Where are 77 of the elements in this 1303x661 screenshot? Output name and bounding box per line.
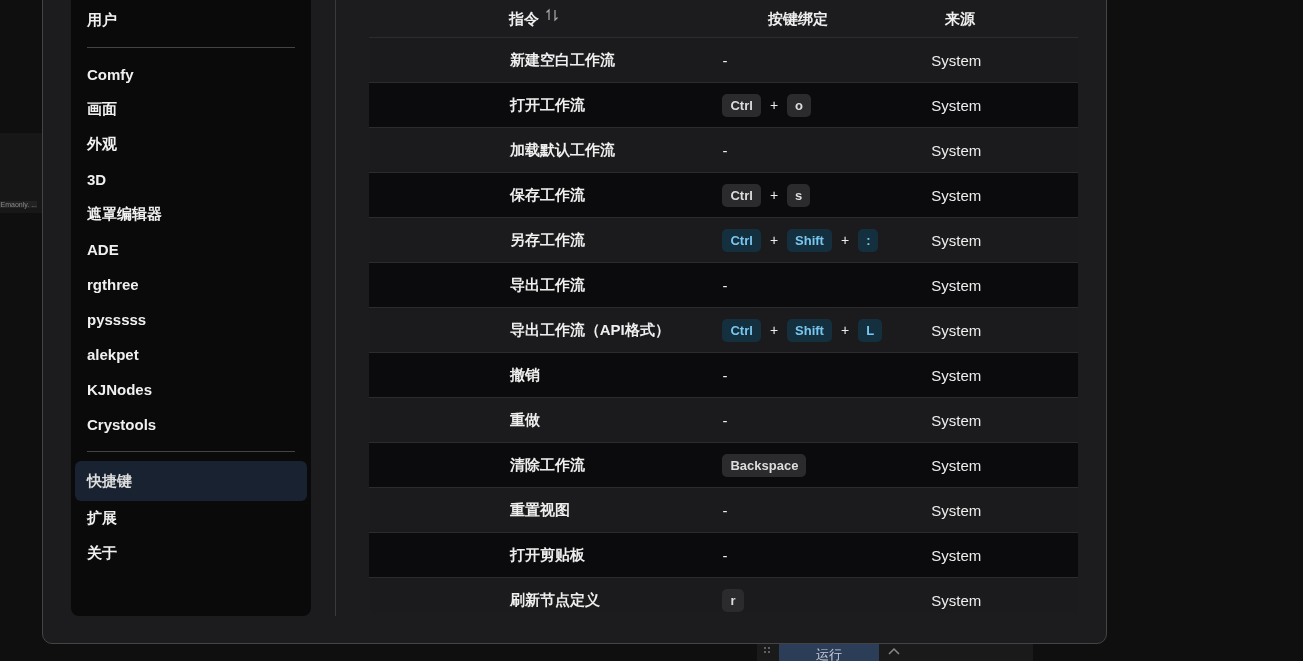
no-binding-text: - <box>722 501 728 519</box>
source-text: System <box>931 456 982 474</box>
table-row[interactable]: 打开工作流 Ctrl + o System <box>368 83 1078 128</box>
sidebar-item[interactable]: 关于 <box>75 536 307 571</box>
no-binding-text: - <box>722 51 728 69</box>
sidebar-item[interactable]: 3D <box>75 162 307 197</box>
key-badge: r <box>722 588 744 612</box>
sidebar-item[interactable]: Crystools <box>75 407 307 442</box>
key-badge: Ctrl <box>722 93 761 117</box>
command-name: 保存工作流 <box>509 185 585 205</box>
table-row[interactable]: 打开剪贴板 - System <box>368 533 1078 578</box>
key-badge: Shift <box>787 228 832 252</box>
column-header[interactable]: 指令 <box>508 9 539 29</box>
sidebar-item[interactable]: ADE <box>75 232 307 267</box>
table-row[interactable]: 导出工作流 - System <box>368 263 1078 308</box>
no-binding-text: - <box>722 411 728 429</box>
sidebar-item[interactable]: Comfy <box>75 57 307 92</box>
command-name: 新建空白工作流 <box>509 50 615 70</box>
key-badge: Ctrl <box>722 183 761 207</box>
plus-sign: + <box>769 187 779 203</box>
key-badge: o <box>787 93 811 117</box>
command-name: 另存工作流 <box>509 230 585 250</box>
plus-sign: + <box>840 232 850 248</box>
key-badge: : <box>858 228 879 252</box>
sidebar-item[interactable]: 遮罩编辑器 <box>75 197 307 232</box>
source-text: System <box>931 51 982 69</box>
command-name: 重置视图 <box>509 500 570 520</box>
drag-handle-icon[interactable] <box>763 646 771 656</box>
source-text: System <box>931 321 982 339</box>
no-binding-text: - <box>722 141 728 159</box>
no-binding-text: - <box>722 546 728 564</box>
key-badge: Backspace <box>722 453 807 477</box>
command-name: 撤销 <box>509 365 540 385</box>
command-name: 加载默认工作流 <box>509 140 615 160</box>
sidebar-item[interactable]: pysssss <box>75 302 307 337</box>
sort-icon[interactable] <box>544 8 559 22</box>
sidebar-item[interactable]: rgthree <box>75 267 307 302</box>
sidebar-item[interactable]: 画面 <box>75 92 307 127</box>
source-text: System <box>931 276 982 294</box>
source-text: System <box>931 141 982 159</box>
sidebar-item[interactable]: 扩展 <box>75 501 307 536</box>
sidebar-item[interactable]: 用户 <box>75 3 307 38</box>
key-badge: L <box>858 318 883 342</box>
sidebar-item[interactable]: alekpet <box>75 337 307 372</box>
sidebar-item[interactable]: KJNodes <box>75 372 307 407</box>
command-name: 导出工作流（API格式） <box>509 320 670 340</box>
command-name: 清除工作流 <box>509 455 585 475</box>
plus-sign: + <box>840 322 850 338</box>
plus-sign: + <box>769 97 779 113</box>
column-header[interactable]: 按键绑定 <box>768 9 829 29</box>
plus-sign: + <box>769 322 779 338</box>
source-text: System <box>931 501 982 519</box>
key-badge: Ctrl <box>722 318 761 342</box>
source-text: System <box>931 591 982 609</box>
key-badge: Ctrl <box>722 228 761 252</box>
command-name: 刷新节点定义 <box>509 590 600 610</box>
key-badge: s <box>787 183 811 207</box>
source-text: System <box>931 96 982 114</box>
source-text: System <box>931 546 982 564</box>
column-header[interactable]: 来源 <box>945 9 976 29</box>
table-row[interactable]: 撤销 - System <box>368 353 1078 398</box>
source-text: System <box>931 411 982 429</box>
command-name: 打开工作流 <box>509 95 585 115</box>
plus-sign: + <box>769 232 779 248</box>
source-text: System <box>931 366 982 384</box>
command-name: 打开剪贴板 <box>509 545 585 565</box>
command-name: 导出工作流 <box>509 275 585 295</box>
sidebar-item[interactable]: 快捷键 <box>75 461 307 501</box>
no-binding-text: - <box>722 366 728 384</box>
source-text: System <box>931 231 982 249</box>
command-name: 重做 <box>509 410 540 430</box>
no-binding-text: - <box>722 276 728 294</box>
table-row[interactable]: 清除工作流 Backspace System <box>368 443 1078 488</box>
key-badge: Shift <box>787 318 832 342</box>
source-text: System <box>931 186 982 204</box>
sidebar-item[interactable]: 外观 <box>75 127 307 162</box>
table-row[interactable]: 保存工作流 Ctrl + s System <box>368 173 1078 218</box>
